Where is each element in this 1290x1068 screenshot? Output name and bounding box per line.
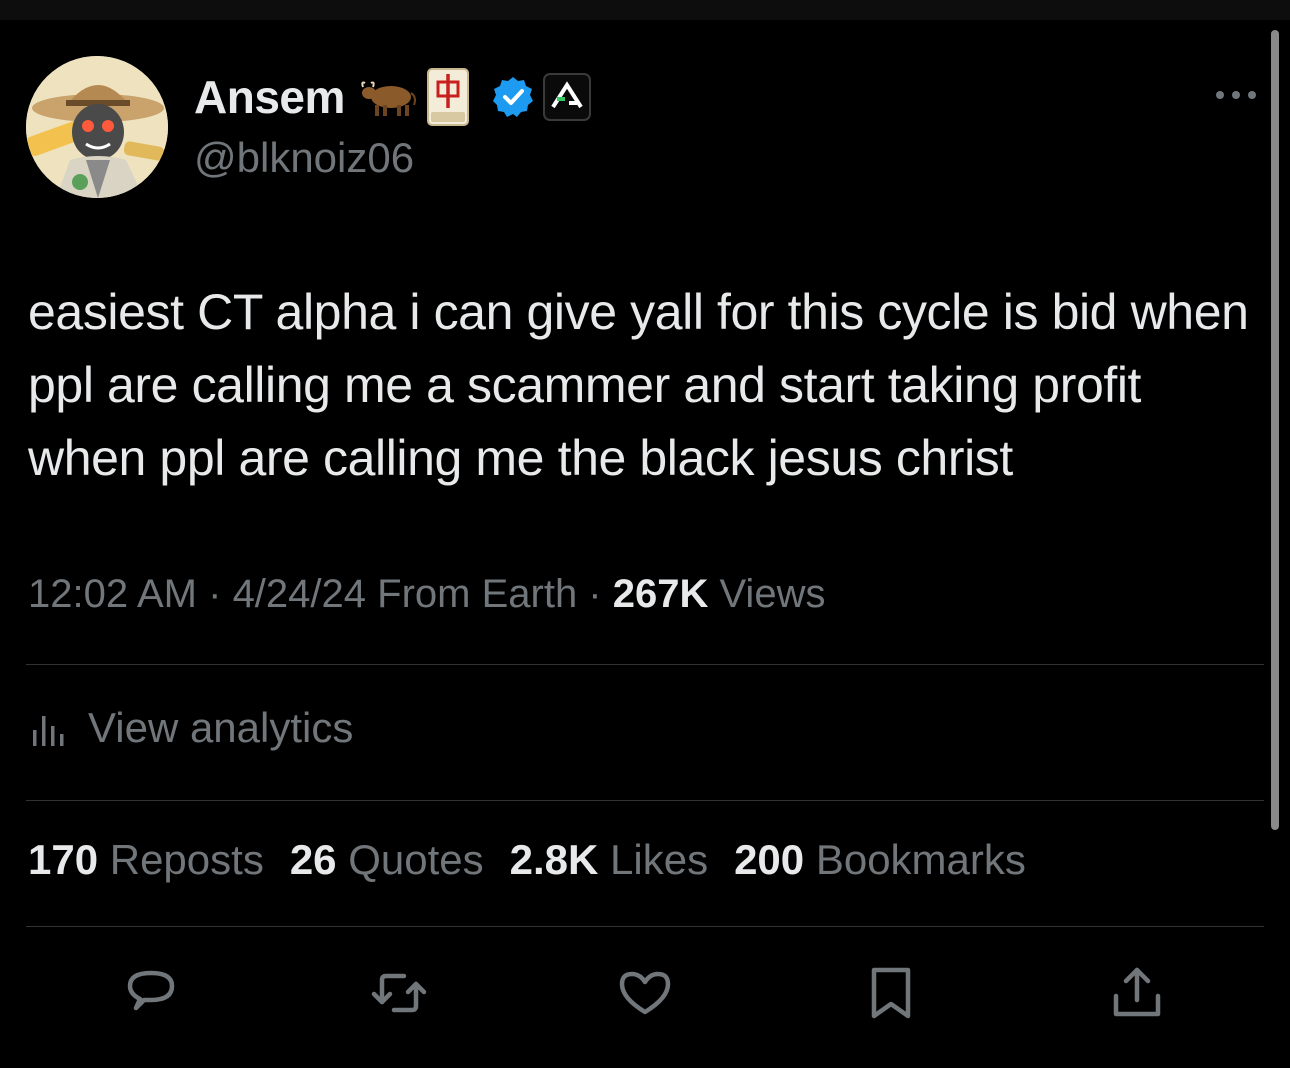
author-handle[interactable]: @blknoiz06: [194, 134, 414, 182]
share-icon: [1113, 967, 1161, 1017]
bookmarks-stat[interactable]: 200 Bookmarks: [734, 836, 1026, 884]
avatar-image: [26, 56, 168, 198]
view-analytics-link[interactable]: View analytics: [30, 698, 353, 758]
like-icon: [619, 971, 671, 1015]
top-status-strip: [0, 0, 1290, 20]
reply-icon: [127, 970, 175, 1011]
analytics-icon: [33, 716, 64, 746]
reply-button[interactable]: [120, 962, 182, 1024]
ox-icon: [361, 81, 416, 116]
like-button[interactable]: [614, 962, 676, 1024]
reposts-stat[interactable]: 170 Reposts: [28, 836, 264, 884]
tweet-date[interactable]: 4/24/24: [233, 572, 366, 616]
red-dragon-mahjong-icon: [426, 68, 469, 126]
display-name[interactable]: Ansem: [194, 70, 345, 124]
views-count: 267K: [612, 572, 709, 616]
views-label: Views: [708, 572, 826, 616]
meta-separator: ·: [197, 572, 233, 616]
meta-separator: ·: [577, 572, 613, 616]
author-name-row: Ansem: [194, 66, 591, 128]
bookmark-icon: [871, 967, 911, 1019]
tweet-meta: 12:02 AM · 4/24/24 From Earth · 267K Vie…: [28, 572, 825, 617]
repost-icon: [371, 973, 427, 1013]
likes-stat[interactable]: 2.8K Likes: [510, 836, 708, 884]
avatar[interactable]: [26, 56, 168, 198]
view-analytics-label: View analytics: [88, 704, 354, 751]
tweet-actions-bar: [0, 962, 1290, 1026]
verified-badge-icon[interactable]: [491, 75, 535, 119]
quotes-stat[interactable]: 26 Quotes: [290, 836, 484, 884]
affiliate-badge-icon[interactable]: [542, 73, 591, 121]
engagement-stats: 170 Reposts 26 Quotes 2.8K Likes 200 Boo…: [28, 836, 1052, 884]
share-button[interactable]: [1106, 962, 1168, 1024]
divider: [26, 664, 1264, 665]
scrollbar[interactable]: [1271, 30, 1279, 830]
divider: [26, 926, 1264, 927]
tweet-location: From Earth: [366, 572, 578, 616]
bookmark-button[interactable]: [860, 962, 922, 1024]
repost-button[interactable]: [368, 962, 430, 1024]
tweet-text: easiest CT alpha i can give yall for thi…: [28, 284, 1249, 486]
more-options-icon[interactable]: [1214, 84, 1258, 106]
tweet-time[interactable]: 12:02 AM: [28, 572, 197, 616]
divider: [26, 800, 1264, 801]
